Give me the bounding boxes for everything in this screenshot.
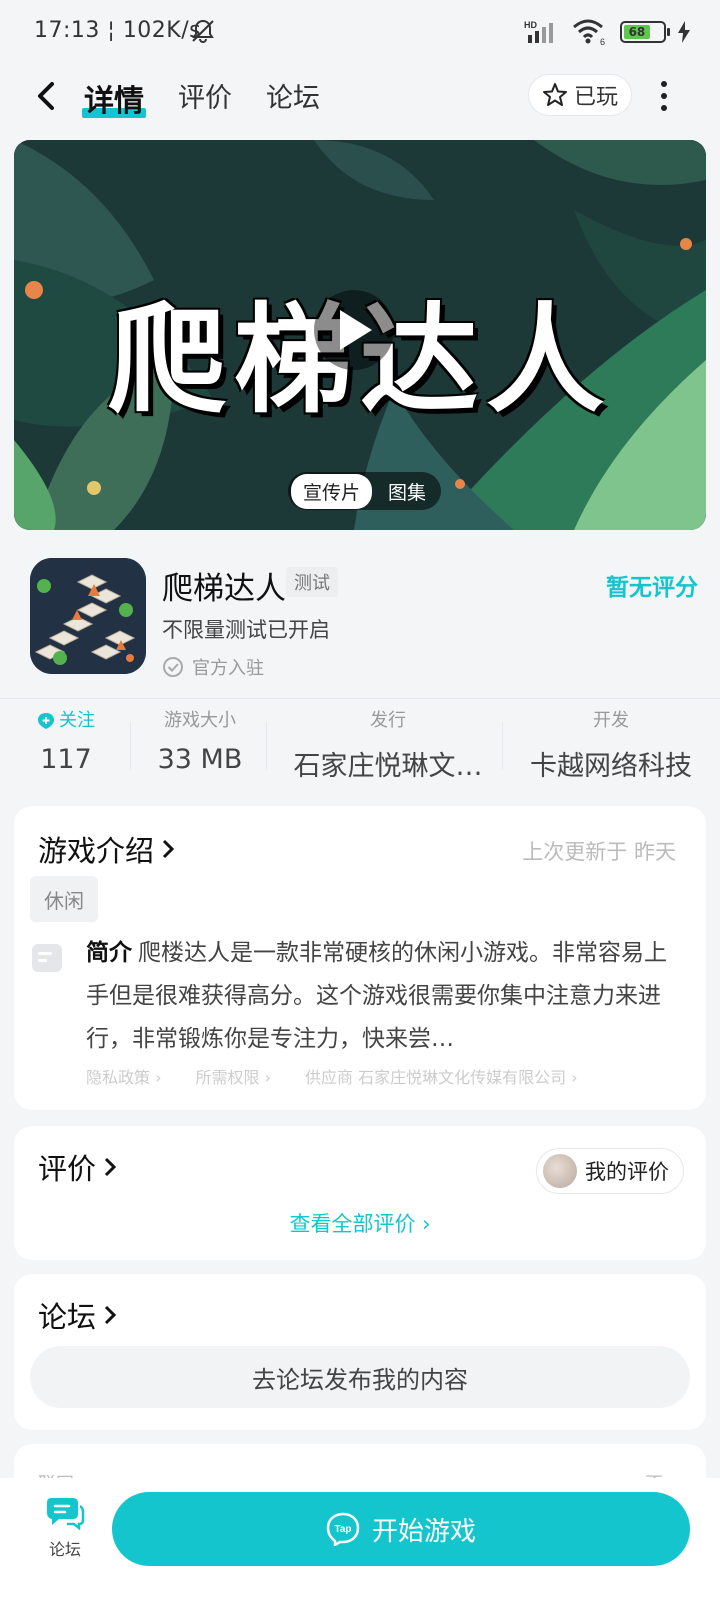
intro-title[interactable]: 游戏介绍 — [38, 828, 176, 870]
publisher-stat[interactable]: 发行 石家庄悦琳文… — [278, 708, 498, 783]
last-updated: 上次更新于 昨天 — [522, 840, 676, 864]
verified-check-icon — [163, 657, 183, 677]
tab-detail[interactable]: 详情 — [82, 76, 146, 120]
game-app-icon — [30, 558, 146, 674]
status-bar: 17:13 ¦ 102K/s HD 6 68 — [0, 0, 720, 62]
bottom-action-bar: 论坛 Tap 开始游戏 — [0, 1478, 720, 1600]
tab-forum[interactable]: 论坛 — [266, 76, 320, 115]
follow-plus-icon — [38, 713, 54, 729]
cellular-signal-icon: HD — [524, 20, 553, 43]
media-tab-trailer[interactable]: 宣传片 — [291, 473, 373, 509]
supplier-link[interactable]: 供应商 石家庄悦琳文化传媒有限公司 › — [305, 1064, 578, 1088]
network-type: HD — [524, 20, 537, 30]
tab-detail-label: 详情 — [84, 84, 144, 119]
top-nav: 详情 评价 论坛 已玩 — [0, 62, 720, 132]
review-title[interactable]: 评价 — [38, 1146, 118, 1188]
stats-row: 关注 117 游戏大小 33 MB 发行 石家庄悦琳文… 开发 卡越网络科技 — [0, 708, 720, 786]
start-game-button[interactable]: Tap 开始游戏 — [112, 1492, 690, 1566]
my-review-label: 我的评价 — [585, 1160, 669, 1184]
battery-level: 68 — [624, 25, 650, 39]
divider — [0, 698, 720, 699]
game-intro-card: 游戏介绍 上次更新于 昨天 休闲 简介 爬楼达人是一款非常硬核的休闲小游戏。非常容… — [14, 806, 706, 1110]
bottom-forum-label: 论坛 — [48, 1540, 81, 1559]
my-review-button[interactable]: 我的评价 — [536, 1148, 684, 1194]
promo-banner[interactable]: 爬梯达人 宣传片 图集 — [14, 140, 706, 530]
tap-logo-text: Tap — [334, 1524, 351, 1535]
mute-bell-icon — [192, 19, 214, 44]
forum-title[interactable]: 论坛 — [38, 1294, 118, 1336]
review-card: 评价 我的评价 查看全部评价 › — [14, 1126, 706, 1260]
official-label: 官方入驻 — [162, 654, 264, 680]
status-time: 17:13 ¦ 102K/s — [34, 18, 202, 43]
wifi-badge: 6 — [600, 37, 605, 46]
publisher-value: 石家庄悦琳文… — [293, 751, 483, 782]
clock: 17:13 — [34, 18, 100, 43]
tap-logo-icon: Tap — [326, 1512, 360, 1546]
more-menu-icon[interactable] — [652, 78, 676, 114]
forum-chat-icon — [47, 1498, 85, 1531]
media-tab-switch: 宣传片 图集 — [288, 472, 442, 510]
bottom-forum-button[interactable]: 论坛 — [40, 1494, 90, 1560]
played-button[interactable]: 已玩 — [528, 74, 632, 116]
developer-label: 开发 — [593, 710, 629, 731]
game-description[interactable]: 简介 爬楼达人是一款非常硬核的休闲小游戏。非常容易上手但是很难获得高分。这个游戏很… — [86, 932, 670, 1061]
see-all-reviews-link[interactable]: 查看全部评价 › — [14, 1208, 706, 1238]
permissions-link[interactable]: 所需权限 › — [196, 1064, 272, 1088]
wifi-icon: 6 — [573, 19, 605, 46]
stat-divider — [130, 722, 131, 770]
publisher-label: 发行 — [370, 710, 406, 731]
forum-card: 论坛 去论坛发布我的内容 — [14, 1274, 706, 1430]
tab-review[interactable]: 评价 — [178, 76, 232, 115]
chevron-right-icon — [104, 1157, 117, 1177]
description-text: 爬楼达人是一款非常硬核的休闲小游戏。非常容易上手但是很难获得高分。这个游戏很需要… — [86, 940, 667, 1052]
size-label: 游戏大小 — [164, 710, 236, 731]
media-tab-gallery[interactable]: 图集 — [376, 474, 438, 509]
genre-tag[interactable]: 休闲 — [30, 876, 98, 922]
stat-divider — [502, 722, 503, 770]
intro-title-text: 游戏介绍 — [38, 834, 155, 868]
follow-count: 117 — [40, 744, 92, 775]
star-icon — [542, 83, 567, 106]
size-stat: 游戏大小 33 MB — [136, 708, 264, 775]
avatar — [543, 1154, 577, 1188]
game-subtitle: 不限量测试已开启 — [162, 618, 330, 642]
developer-stat[interactable]: 开发 卡越网络科技 — [516, 708, 706, 783]
privacy-policy-link[interactable]: 隐私政策 › — [86, 1064, 162, 1088]
forum-post-button[interactable]: 去论坛发布我的内容 — [30, 1346, 690, 1408]
stat-divider — [266, 722, 267, 770]
play-button[interactable] — [314, 290, 394, 370]
description-label: 简介 — [86, 940, 132, 966]
official-text: 官方入驻 — [192, 658, 264, 679]
info-links: 隐私政策 › 所需权限 › 供应商 石家庄悦琳文化传媒有限公司 › — [86, 1064, 578, 1088]
follow-label: 关注 — [59, 710, 95, 731]
start-game-label: 开始游戏 — [371, 1516, 476, 1547]
follow-stat[interactable]: 关注 117 — [26, 708, 106, 775]
review-title-text: 评价 — [38, 1152, 97, 1186]
developer-value: 卡越网络科技 — [530, 751, 692, 782]
score-status: 暂无评分 — [606, 575, 698, 601]
play-icon — [340, 310, 372, 350]
chevron-right-icon — [104, 1305, 117, 1325]
battery-icon: 68 — [620, 21, 670, 43]
description-icon — [32, 944, 62, 972]
back-arrow-icon[interactable] — [30, 78, 66, 114]
forum-title-text: 论坛 — [38, 1300, 97, 1334]
charging-icon — [678, 21, 690, 43]
chevron-right-icon — [162, 839, 175, 859]
game-name: 爬梯达人 — [162, 571, 286, 607]
played-label: 已玩 — [573, 85, 618, 110]
test-badge: 测试 — [286, 567, 338, 597]
size-value: 33 MB — [157, 744, 243, 775]
